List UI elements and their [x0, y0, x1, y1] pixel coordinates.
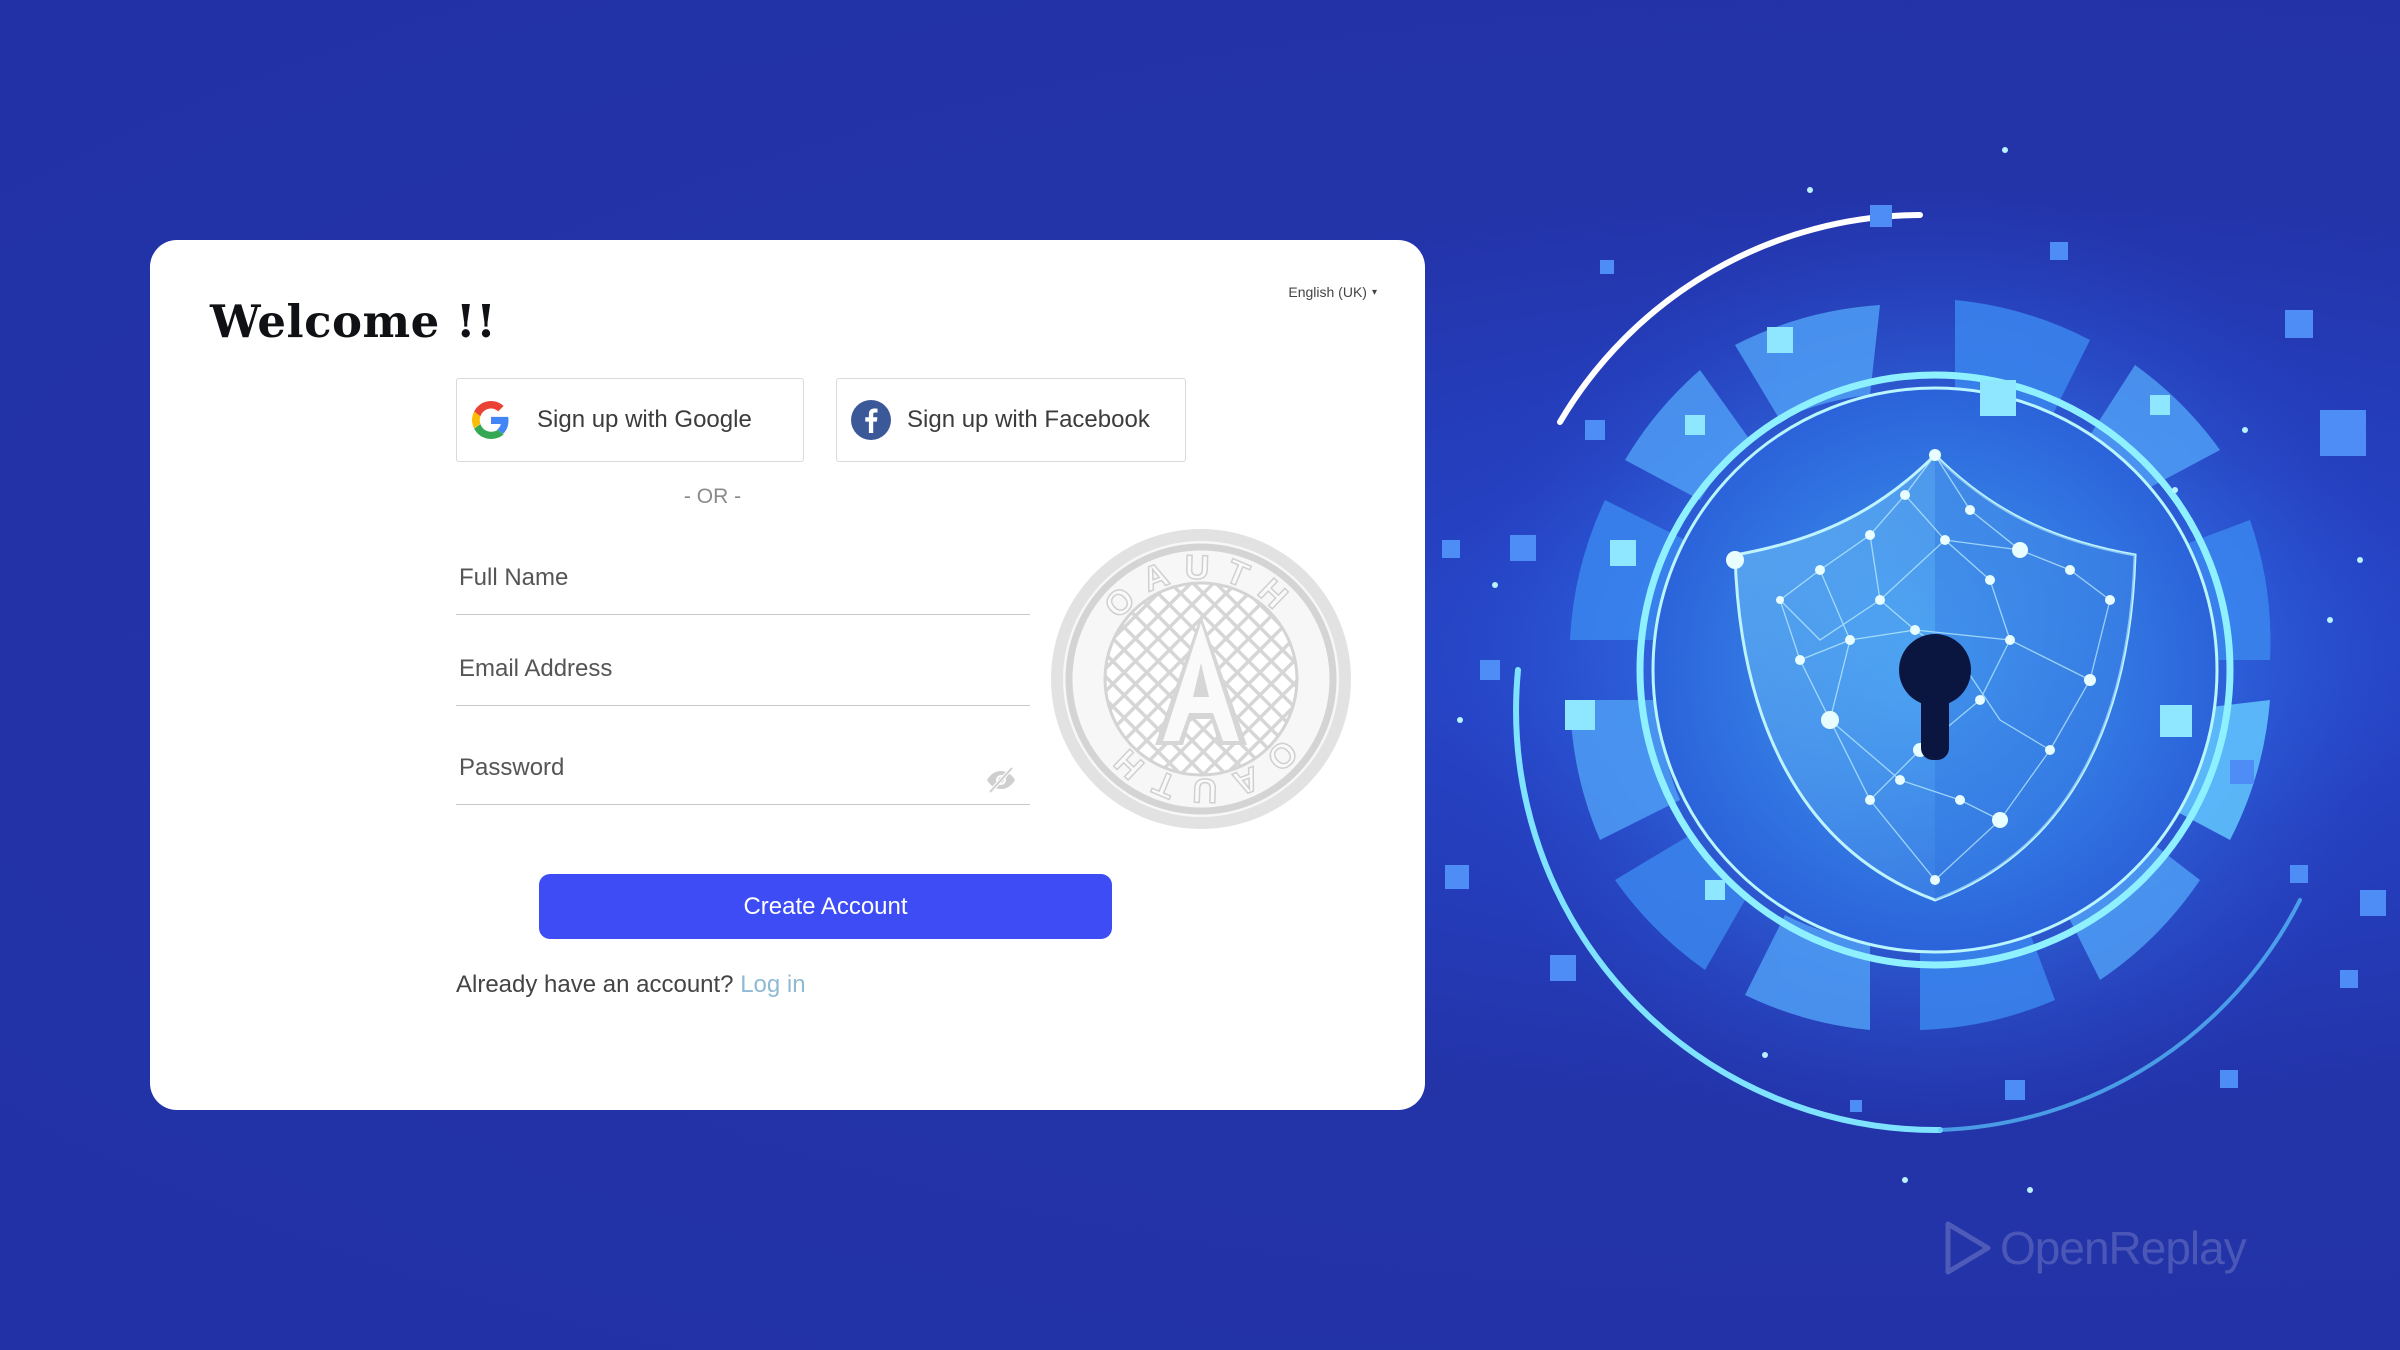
email-input[interactable]: [456, 644, 1033, 694]
email-field: [456, 644, 1033, 706]
google-signup-button[interactable]: Sign up with Google: [456, 378, 804, 462]
page: Welcome !! English (UK) ▾ Sign up with G…: [0, 0, 2400, 1350]
watermark-text: OpenReplay: [2000, 1222, 2247, 1274]
page-title: Welcome !!: [210, 295, 497, 348]
facebook-signup-button[interactable]: Sign up with Facebook: [836, 378, 1186, 462]
password-input[interactable]: [456, 743, 1033, 793]
full-name-field: [456, 553, 1033, 615]
openreplay-watermark: OpenReplay: [1942, 1220, 2247, 1276]
facebook-icon: [851, 400, 891, 440]
language-selector[interactable]: English (UK) ▾: [1288, 284, 1377, 300]
google-icon: [471, 400, 511, 440]
signup-card: Welcome !! English (UK) ▾ Sign up with G…: [150, 240, 1425, 1110]
play-logo-icon: [1945, 1221, 1991, 1275]
login-prompt-row: Already have an account? Log in: [456, 971, 806, 999]
oauth-seal-logo: OAUTH OAUTH: [1051, 529, 1351, 829]
google-signup-label: Sign up with Google: [537, 406, 752, 433]
password-field: [456, 743, 1033, 805]
or-divider: - OR -: [683, 485, 742, 508]
shield-keyhole-icon: [1442, 147, 2400, 1193]
language-label: English (UK): [1288, 284, 1367, 300]
dropdown-caret-icon: ▾: [1371, 286, 1377, 298]
login-link[interactable]: Log in: [740, 971, 805, 998]
facebook-signup-label: Sign up with Facebook: [907, 406, 1150, 433]
create-account-button[interactable]: Create Account: [539, 874, 1112, 939]
login-prompt-text: Already have an account?: [456, 971, 734, 998]
eye-off-icon[interactable]: [984, 763, 1018, 797]
full-name-input[interactable]: [456, 553, 1033, 603]
